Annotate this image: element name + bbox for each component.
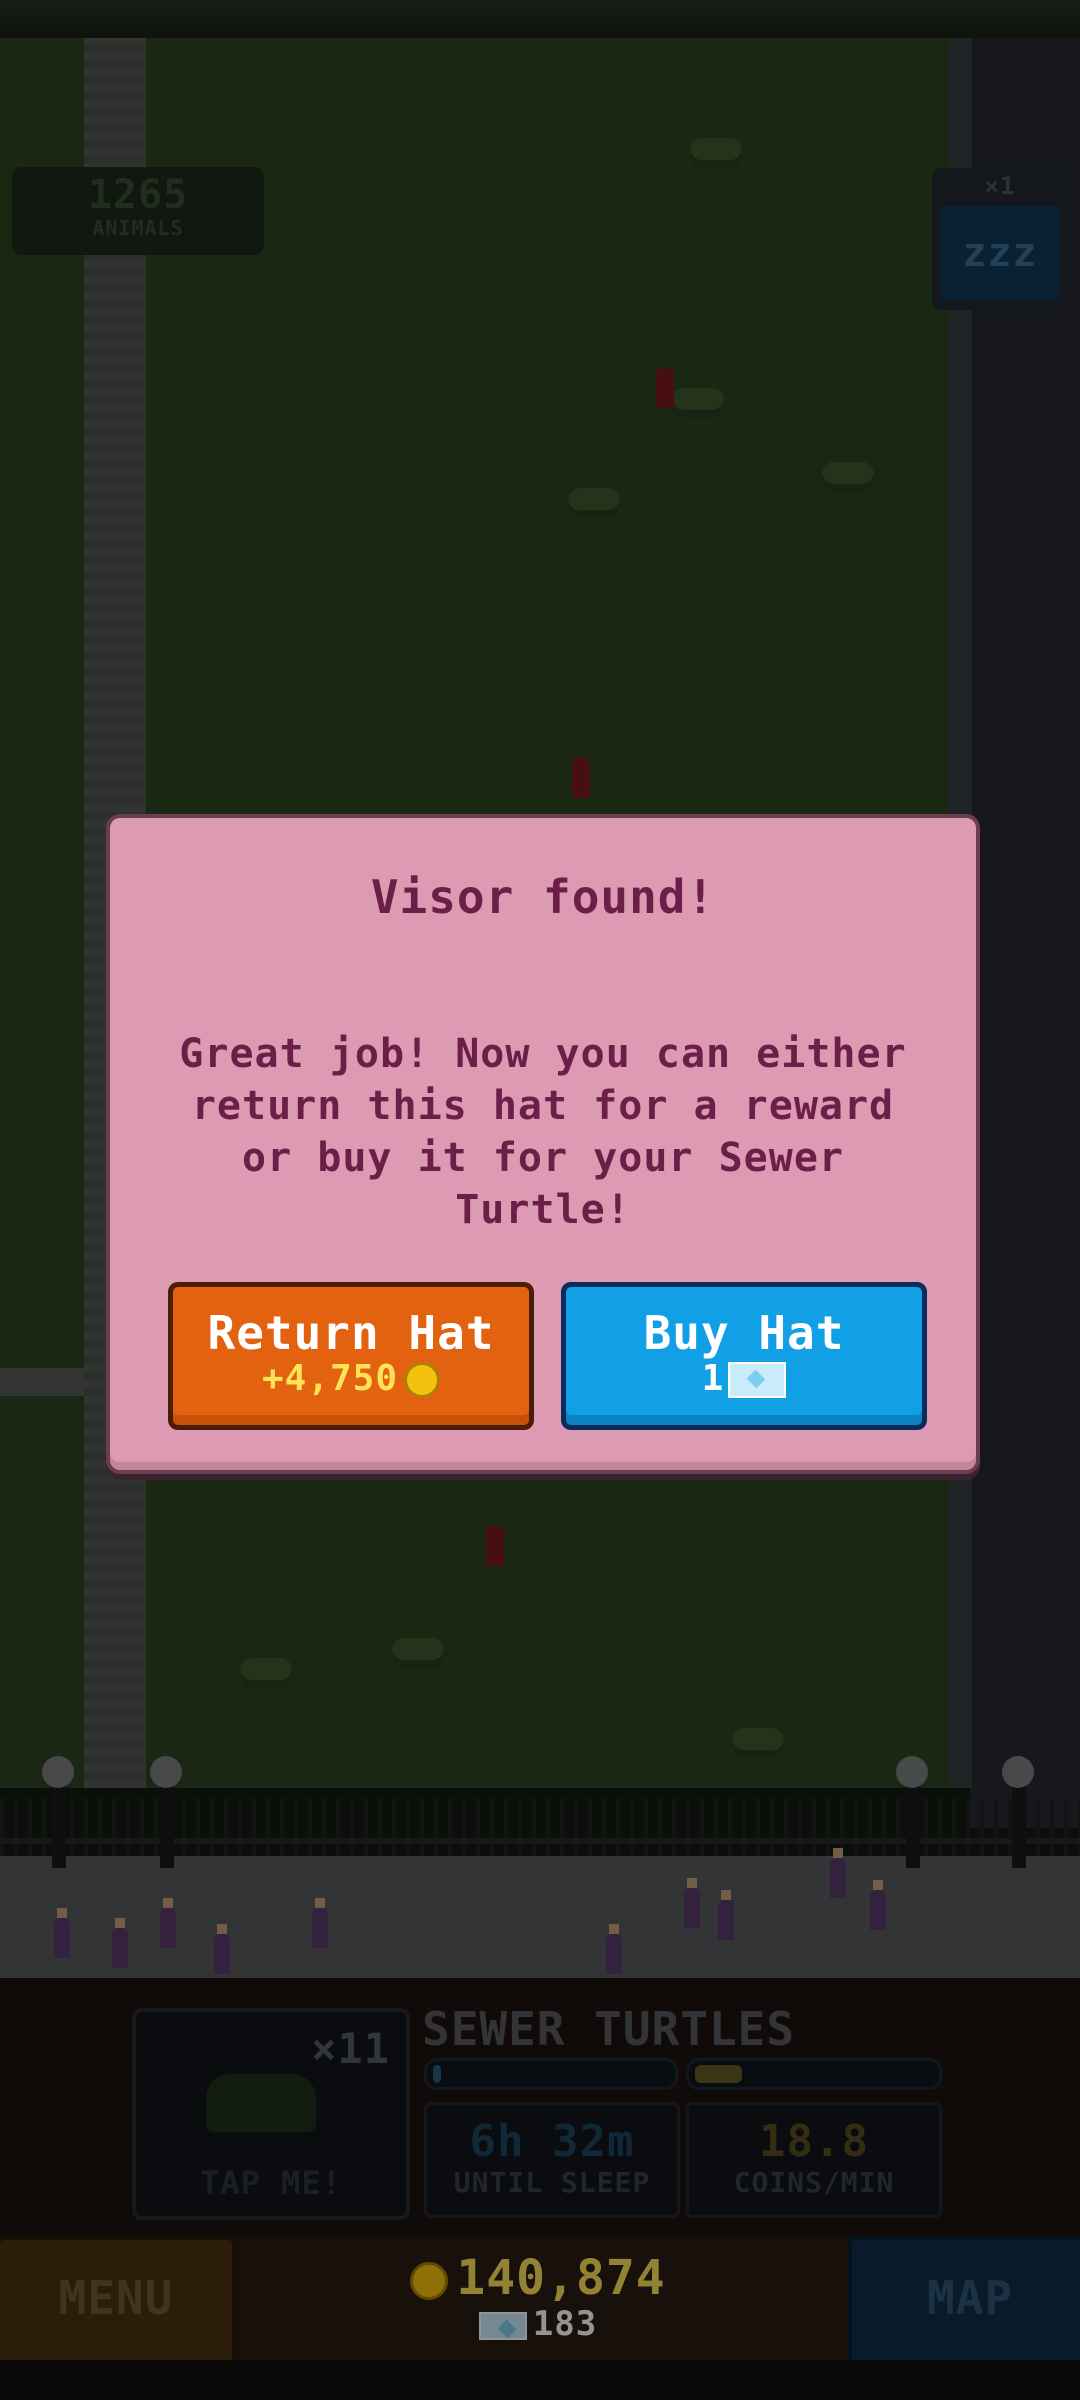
buy-hat-button[interactable]: Buy Hat 1	[561, 1282, 927, 1430]
dialog-title: Visor found!	[370, 870, 716, 924]
dialog-message-line: Great job! Now you can either	[179, 1031, 907, 1077]
reward-amount: +4,750	[261, 1358, 399, 1399]
return-hat-button[interactable]: Return Hat +4,750	[168, 1282, 534, 1430]
price-amount: 1	[701, 1358, 725, 1399]
return-hat-reward: +4,750	[173, 1359, 529, 1399]
dialog-message: Great job! Now you can either return thi…	[150, 1028, 936, 1236]
dialog-message-line: return this hat for a reward	[191, 1083, 895, 1129]
return-hat-label: Return Hat	[207, 1306, 495, 1360]
gem-icon	[728, 1362, 787, 1398]
coin-icon	[404, 1362, 441, 1398]
buy-hat-label: Buy Hat	[643, 1306, 845, 1360]
hat-found-dialog: Visor found! Great job! Now you can eith…	[106, 814, 980, 1474]
buy-hat-price: 1	[566, 1359, 922, 1399]
dialog-message-line: or buy it for your Sewer Turtle!	[242, 1135, 844, 1233]
